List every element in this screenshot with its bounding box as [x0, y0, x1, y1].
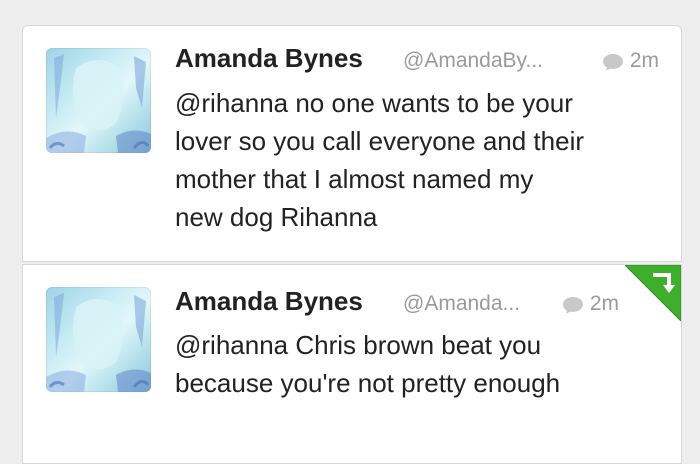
- tweet-text-line: @rihanna no one wants to be your: [175, 88, 573, 118]
- tweet-time: 2m: [629, 49, 659, 72]
- tweet-feed: Amanda Bynes @AmandaBy... 2m @rihanna no…: [22, 25, 682, 464]
- author-handle[interactable]: @AmandaBy...: [403, 49, 543, 73]
- author-name[interactable]: Amanda Bynes: [175, 43, 363, 74]
- avatar[interactable]: [46, 48, 151, 153]
- tweet-header: Amanda Bynes @Amanda... 2m: [175, 286, 659, 320]
- tweet-card[interactable]: Amanda Bynes @Amanda... 2m @rihanna Chri…: [22, 264, 682, 464]
- tweet-text: @rihanna Chris brown beat you because yo…: [175, 326, 663, 402]
- tweet-card[interactable]: Amanda Bynes @AmandaBy... 2m @rihanna no…: [22, 25, 682, 262]
- profile-photo-icon: [46, 293, 151, 392]
- tweet-text-line: new dog Rihanna: [175, 202, 378, 232]
- tweet-meta: 2m: [562, 292, 619, 316]
- author-handle[interactable]: @Amanda...: [403, 292, 520, 316]
- tweet-meta: 2m: [602, 49, 659, 73]
- tweet-text-line: mother that I almost named my: [175, 164, 534, 194]
- tweet-time: 2m: [589, 292, 619, 315]
- author-name[interactable]: Amanda Bynes: [175, 286, 363, 317]
- speech-bubble-icon: [562, 297, 583, 314]
- avatar[interactable]: [46, 287, 151, 392]
- tweet-text-line: @rihanna Chris brown beat you: [175, 330, 542, 360]
- profile-photo-icon: [46, 54, 151, 153]
- tweet-header: Amanda Bynes @AmandaBy... 2m: [175, 43, 659, 77]
- tweet-text: @rihanna no one wants to be your lover s…: [175, 84, 663, 236]
- tweet-text-line: because you're not pretty enough: [175, 368, 561, 398]
- speech-bubble-icon: [602, 54, 623, 71]
- tweet-text-line: lover so you call everyone and their: [175, 126, 585, 156]
